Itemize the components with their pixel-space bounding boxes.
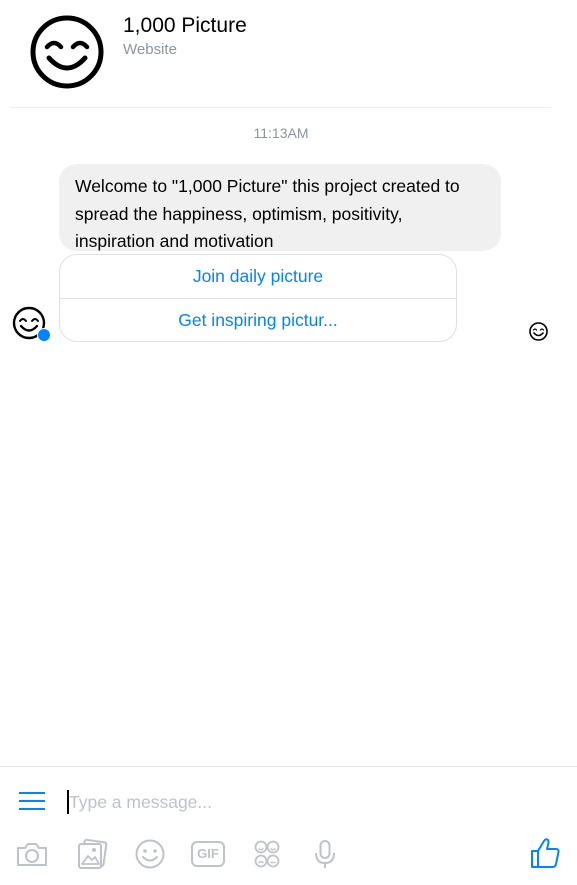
stickers-icon[interactable]: [250, 838, 284, 870]
conversation-header: 1,000 Picture Website: [0, 0, 577, 108]
quick-replies: Join daily picture Get inspiring pictur.…: [59, 254, 457, 342]
menu-icon[interactable]: [17, 789, 47, 813]
camera-icon[interactable]: [15, 838, 49, 870]
composer-divider: [0, 766, 577, 767]
text-cursor: [67, 790, 69, 814]
smiley-face-icon[interactable]: [29, 14, 105, 90]
message-timestamp: 11:13AM: [253, 125, 309, 141]
incoming-message-bubble: Welcome to "1,000 Picture" this project …: [59, 164, 501, 251]
messenger-badge-icon: [37, 328, 51, 342]
gallery-icon[interactable]: [76, 838, 110, 870]
page-category: Website: [123, 41, 177, 58]
quick-reply-get-inspiring-pictures[interactable]: Get inspiring pictur...: [60, 298, 456, 341]
gif-icon[interactable]: GIF: [191, 841, 225, 867]
quick-reply-join-daily-picture[interactable]: Join daily picture: [60, 255, 456, 298]
header-divider: [10, 107, 551, 108]
emoji-icon[interactable]: [133, 838, 167, 870]
page-title[interactable]: 1,000 Picture: [123, 13, 247, 39]
thumbs-up-icon[interactable]: [529, 836, 561, 870]
message-input[interactable]: [67, 788, 499, 816]
seen-indicator-icon: [529, 322, 548, 341]
microphone-icon[interactable]: [308, 838, 342, 870]
